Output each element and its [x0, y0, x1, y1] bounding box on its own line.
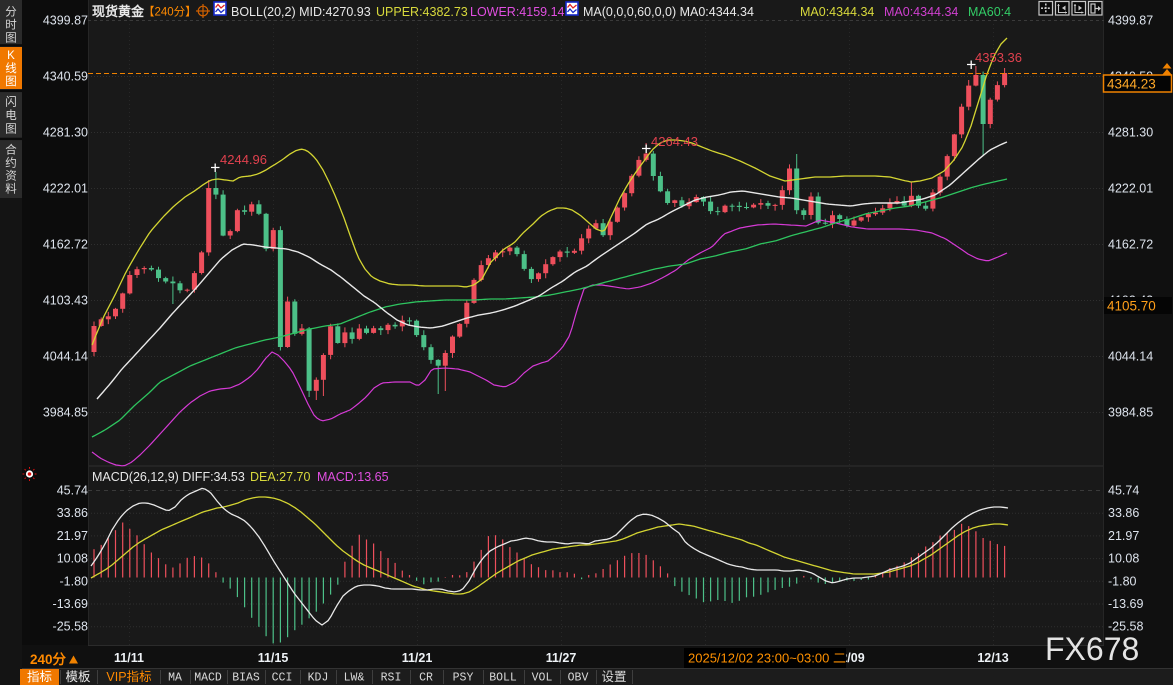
svg-text:MACD(26,12,9) DIFF:34.53: MACD(26,12,9) DIFF:34.53	[92, 470, 245, 484]
svg-text:DEA:27.70: DEA:27.70	[250, 470, 311, 484]
svg-text:MA0:4344.34: MA0:4344.34	[884, 5, 958, 19]
svg-text:33.86: 33.86	[1108, 506, 1139, 520]
svg-text:合: 合	[5, 143, 17, 157]
svg-text:-1.80: -1.80	[60, 574, 89, 588]
svg-text:分: 分	[5, 6, 17, 19]
svg-text:3984.85: 3984.85	[1108, 406, 1153, 420]
svg-text:4264.43: 4264.43	[651, 134, 698, 149]
svg-text:2025/12/02 23:00~03:00 二: 2025/12/02 23:00~03:00 二	[688, 651, 846, 666]
svg-text:图: 图	[5, 32, 17, 45]
svg-text:4222.01: 4222.01	[1108, 182, 1153, 196]
svg-text:闪: 闪	[5, 95, 17, 109]
svg-text:MA60:4: MA60:4	[968, 5, 1011, 19]
svg-text:21.97: 21.97	[57, 529, 88, 543]
svg-text:PSY: PSY	[453, 672, 474, 685]
svg-text:CR: CR	[419, 672, 433, 685]
svg-text:约: 约	[5, 156, 17, 170]
svg-text:电: 电	[5, 109, 17, 122]
svg-text:4103.43: 4103.43	[43, 294, 88, 308]
svg-text:MA0:4344.34: MA0:4344.34	[800, 5, 874, 19]
svg-text:3984.85: 3984.85	[43, 406, 88, 420]
svg-text:料: 料	[5, 182, 17, 196]
svg-text:33.86: 33.86	[57, 506, 88, 520]
svg-text:12/13: 12/13	[977, 651, 1008, 665]
svg-text:11/15: 11/15	[258, 651, 289, 665]
svg-text:图: 图	[5, 123, 17, 136]
svg-text:RSI: RSI	[381, 672, 402, 685]
svg-text:-25.58: -25.58	[53, 620, 88, 634]
svg-text:FX678: FX678	[1045, 631, 1139, 667]
svg-text:MA(0,0,0,60,0,0) MA0:4344.34: MA(0,0,0,60,0,0) MA0:4344.34	[583, 5, 754, 19]
svg-text:21.97: 21.97	[1108, 529, 1139, 543]
svg-text:45.74: 45.74	[57, 484, 88, 498]
svg-text:OBV: OBV	[568, 672, 589, 685]
svg-text:BOLL(20,2) MID:4270.93: BOLL(20,2) MID:4270.93	[231, 5, 371, 19]
svg-text:图: 图	[5, 75, 17, 88]
svg-text:VOL: VOL	[532, 672, 553, 685]
svg-text:时: 时	[5, 19, 17, 32]
svg-text:4399.87: 4399.87	[1108, 14, 1153, 28]
svg-text:10.08: 10.08	[1108, 552, 1139, 566]
svg-text:4344.23: 4344.23	[1107, 77, 1156, 92]
svg-text:MA: MA	[168, 672, 182, 685]
svg-text:指标: 指标	[27, 669, 52, 684]
svg-text:LW&: LW&	[344, 672, 365, 685]
svg-text:4281.30: 4281.30	[1108, 126, 1153, 140]
svg-text:10.08: 10.08	[57, 552, 88, 566]
svg-text:4222.01: 4222.01	[43, 182, 88, 196]
svg-text:4281.30: 4281.30	[43, 126, 88, 140]
svg-text:11/27: 11/27	[546, 651, 577, 665]
svg-text:【240分】: 【240分】	[143, 6, 197, 19]
svg-text:BIAS: BIAS	[232, 672, 260, 685]
svg-text:K: K	[7, 50, 15, 62]
svg-text:线: 线	[5, 61, 17, 75]
svg-text:4105.70: 4105.70	[1107, 299, 1156, 314]
svg-text:-13.69: -13.69	[1108, 597, 1143, 611]
svg-text:240分: 240分	[30, 652, 67, 667]
svg-text:-1.80: -1.80	[1108, 574, 1137, 588]
svg-text:CCI: CCI	[272, 672, 293, 685]
svg-text:LOWER:4159.14: LOWER:4159.14	[470, 5, 565, 19]
svg-text:MACD:13.65: MACD:13.65	[317, 470, 389, 484]
svg-text:资: 资	[5, 170, 17, 183]
svg-text:4044.14: 4044.14	[43, 350, 88, 364]
svg-text:4340.59: 4340.59	[43, 70, 88, 84]
svg-text:VIP指标: VIP指标	[106, 669, 151, 684]
svg-text:BOLL: BOLL	[489, 672, 517, 685]
svg-text:45.74: 45.74	[1108, 484, 1139, 498]
svg-text:4399.87: 4399.87	[43, 14, 88, 28]
svg-text:KDJ: KDJ	[308, 672, 329, 685]
svg-text:设置: 设置	[601, 669, 626, 684]
svg-text:-13.69: -13.69	[53, 597, 88, 611]
svg-text:UPPER:4382.73: UPPER:4382.73	[376, 5, 468, 19]
svg-text:4162.72: 4162.72	[1108, 238, 1153, 252]
svg-text:模板: 模板	[65, 670, 91, 684]
svg-text:4353.36: 4353.36	[975, 50, 1022, 65]
svg-text:MACD: MACD	[194, 672, 222, 685]
svg-text:4044.14: 4044.14	[1108, 350, 1153, 364]
svg-text:11/11: 11/11	[114, 651, 144, 665]
svg-text:现货黄金: 现货黄金	[92, 4, 145, 19]
svg-text:4162.72: 4162.72	[43, 238, 88, 252]
svg-text:4244.96: 4244.96	[220, 152, 267, 167]
svg-text:11/21: 11/21	[402, 651, 433, 665]
